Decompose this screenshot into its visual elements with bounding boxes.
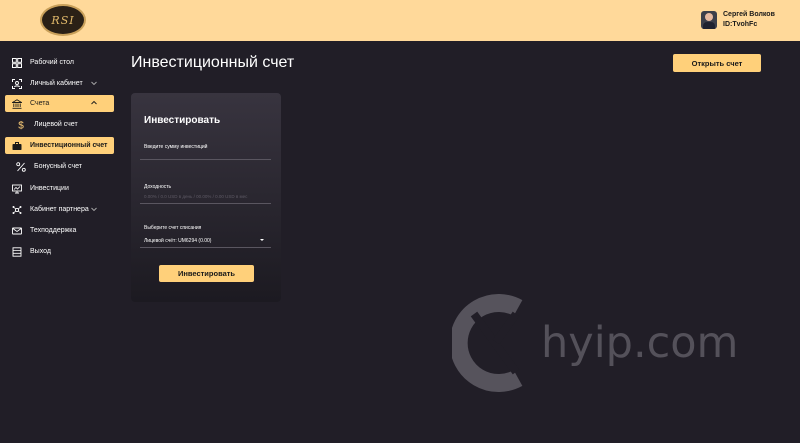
sidebar-item-personal-account[interactable]: $ Лицевой счет — [5, 116, 114, 133]
briefcase-icon — [11, 140, 23, 152]
user-avatar[interactable] — [701, 11, 717, 29]
dashboard-icon — [11, 57, 23, 69]
page-title: Инвестиционный счет — [131, 54, 295, 71]
top-header: RSI Сергей Волков ID:TvohFc — [0, 0, 800, 41]
logo-text: RSI — [51, 13, 75, 27]
bank-icon — [11, 98, 23, 110]
sidebar-item-label: Бонусный счет — [34, 163, 82, 170]
account-select[interactable]: Лицевой счёт: UM6294 (0.00) — [144, 238, 211, 244]
invest-button[interactable]: Инвестировать — [159, 265, 254, 282]
account-select-line — [140, 247, 271, 248]
sidebar-item-logout[interactable]: Выход — [5, 243, 114, 260]
card-title: Инвестировать — [144, 115, 221, 126]
amount-label: Введите сумму инвестиций — [144, 144, 208, 150]
sidebar-item-label: Техподдержка — [30, 227, 77, 234]
sidebar-item-label: Выход — [30, 248, 51, 255]
account-label: Выберите счет списания — [144, 225, 202, 231]
yield-label: Доходность — [144, 184, 172, 190]
support-icon — [11, 225, 23, 237]
hyip-logo-icon — [452, 294, 523, 392]
sidebar-item-support[interactable]: Техподдержка — [5, 222, 114, 239]
sidebar-item-label: Кабинет партнера — [30, 206, 89, 213]
sidebar-item-label: Лицевой счет — [34, 121, 78, 128]
sidebar-item-partner-cabinet[interactable]: Кабинет партнера — [5, 201, 114, 218]
sidebar-item-dashboard[interactable]: Рабочий стол — [5, 54, 114, 71]
chevron-up-icon — [91, 100, 97, 105]
logout-icon — [11, 246, 23, 258]
dropdown-arrow-icon[interactable] — [260, 239, 264, 241]
yield-line — [140, 203, 271, 204]
sidebar-item-personal-cabinet[interactable]: Личный кабинет — [5, 75, 114, 92]
yield-value: 0.00% / 0.0 USD в день / 00.00% / 0.00 U… — [144, 194, 248, 199]
user-cabinet-icon — [11, 78, 23, 90]
monitor-icon — [11, 183, 23, 195]
watermark-text: hyip.com — [541, 318, 739, 368]
sidebar-item-label: Инвестиции — [30, 185, 69, 192]
sidebar-item-label: Инвестиционный счет — [30, 142, 108, 149]
sidebar-item-bonus-account[interactable]: Бонусный счет — [5, 158, 114, 175]
invest-card: Инвестировать Введите сумму инвестиций Д… — [131, 93, 281, 302]
dollar-icon: $ — [15, 119, 27, 131]
amount-input[interactable] — [140, 159, 271, 160]
svg-text:$: $ — [18, 120, 24, 130]
partner-icon — [11, 204, 23, 216]
sidebar-item-label: Счета — [30, 100, 50, 107]
sidebar-item-label: Личный кабинет — [30, 80, 83, 87]
sidebar-item-investment-account[interactable]: Инвестиционный счет — [5, 137, 114, 154]
sidebar-item-label: Рабочий стол — [30, 59, 74, 66]
sidebar-item-accounts[interactable]: Счета — [5, 95, 114, 112]
chevron-down-icon — [91, 207, 97, 212]
company-logo[interactable]: RSI — [40, 4, 86, 36]
chevron-down-icon — [91, 81, 97, 86]
percent-icon — [15, 161, 27, 173]
open-account-button[interactable]: Открыть счет — [673, 54, 761, 72]
user-id: ID:TvohFc — [723, 21, 758, 28]
sidebar-item-investments[interactable]: Инвестиции — [5, 180, 114, 197]
user-name: Сергей Волков — [723, 11, 775, 18]
